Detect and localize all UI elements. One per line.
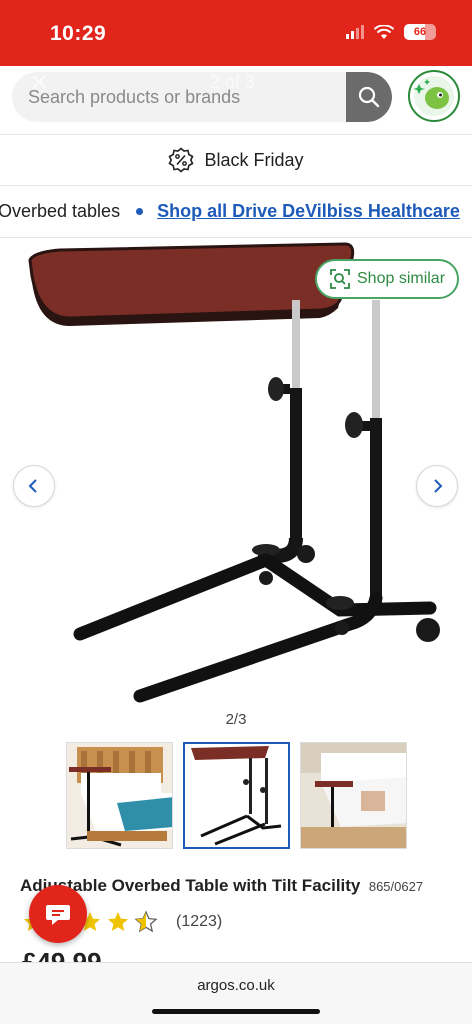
- thumbnail-bedroom[interactable]: [66, 742, 173, 849]
- thumbnail-product[interactable]: [183, 742, 290, 849]
- status-time: 10:29: [50, 22, 107, 45]
- discount-badge-icon: [168, 147, 195, 173]
- table-beside-bed-photo: [301, 743, 406, 848]
- chevron-left-icon: [28, 479, 37, 493]
- chevron-right-icon: [434, 479, 443, 493]
- chat-bubble-icon: [46, 905, 70, 925]
- search-input[interactable]: [12, 72, 348, 122]
- browser-url-bar[interactable]: argos.co.uk: [0, 962, 472, 1024]
- mascot-icon: [413, 76, 454, 116]
- breadcrumb-brand-link[interactable]: Shop all Drive DeVilbiss Healthcare: [157, 201, 460, 222]
- visual-search-icon: [330, 269, 350, 289]
- star-icon: [108, 912, 128, 931]
- viewer-counter: 2 of 3: [210, 72, 256, 92]
- viewer-close-icon[interactable]: ✕: [30, 70, 48, 96]
- status-icons: 66: [346, 24, 436, 40]
- battery-icon: 66: [404, 24, 436, 40]
- thumbnail-strip: [66, 742, 407, 849]
- product-image: [28, 242, 440, 703]
- shop-similar-label: Shop similar: [357, 270, 446, 287]
- gallery-page-indicator: 2/3: [225, 711, 247, 728]
- search-button[interactable]: [346, 72, 392, 122]
- chat-button[interactable]: [29, 885, 87, 943]
- avatar[interactable]: [408, 70, 460, 122]
- review-count: (1223): [176, 913, 223, 930]
- search-icon: [358, 86, 380, 108]
- thumbnail-bedside[interactable]: [300, 742, 407, 849]
- promo-banner[interactable]: Black Friday: [0, 134, 472, 186]
- product-sku: 865/0627: [368, 879, 424, 894]
- half-star-icon: [134, 910, 158, 933]
- product-title-row: Adjustable Overbed Table with Tilt Facil…: [20, 876, 460, 896]
- product-gallery[interactable]: Shop similar: [0, 238, 472, 710]
- bedroom-table-photo: [67, 743, 172, 848]
- gallery-next-button[interactable]: [416, 465, 458, 507]
- promo-label: Black Friday: [204, 149, 304, 170]
- gallery-prev-button[interactable]: [13, 465, 55, 507]
- status-bar: 10:29 66: [0, 0, 472, 72]
- shop-similar-button[interactable]: Shop similar: [315, 259, 460, 299]
- breadcrumb-previous[interactable]: Overbed tables: [0, 201, 120, 222]
- signal-icon: [346, 25, 364, 39]
- product-price: £49.99: [22, 948, 102, 962]
- url-text: argos.co.uk: [197, 977, 275, 994]
- breadcrumb: Overbed tables Shop all Drive DeVilbiss …: [0, 186, 472, 238]
- overbed-table-product: [185, 744, 288, 847]
- home-indicator[interactable]: [152, 1009, 320, 1014]
- search-box: [12, 72, 392, 122]
- breadcrumb-separator: [136, 208, 144, 215]
- wifi-icon: [374, 24, 394, 39]
